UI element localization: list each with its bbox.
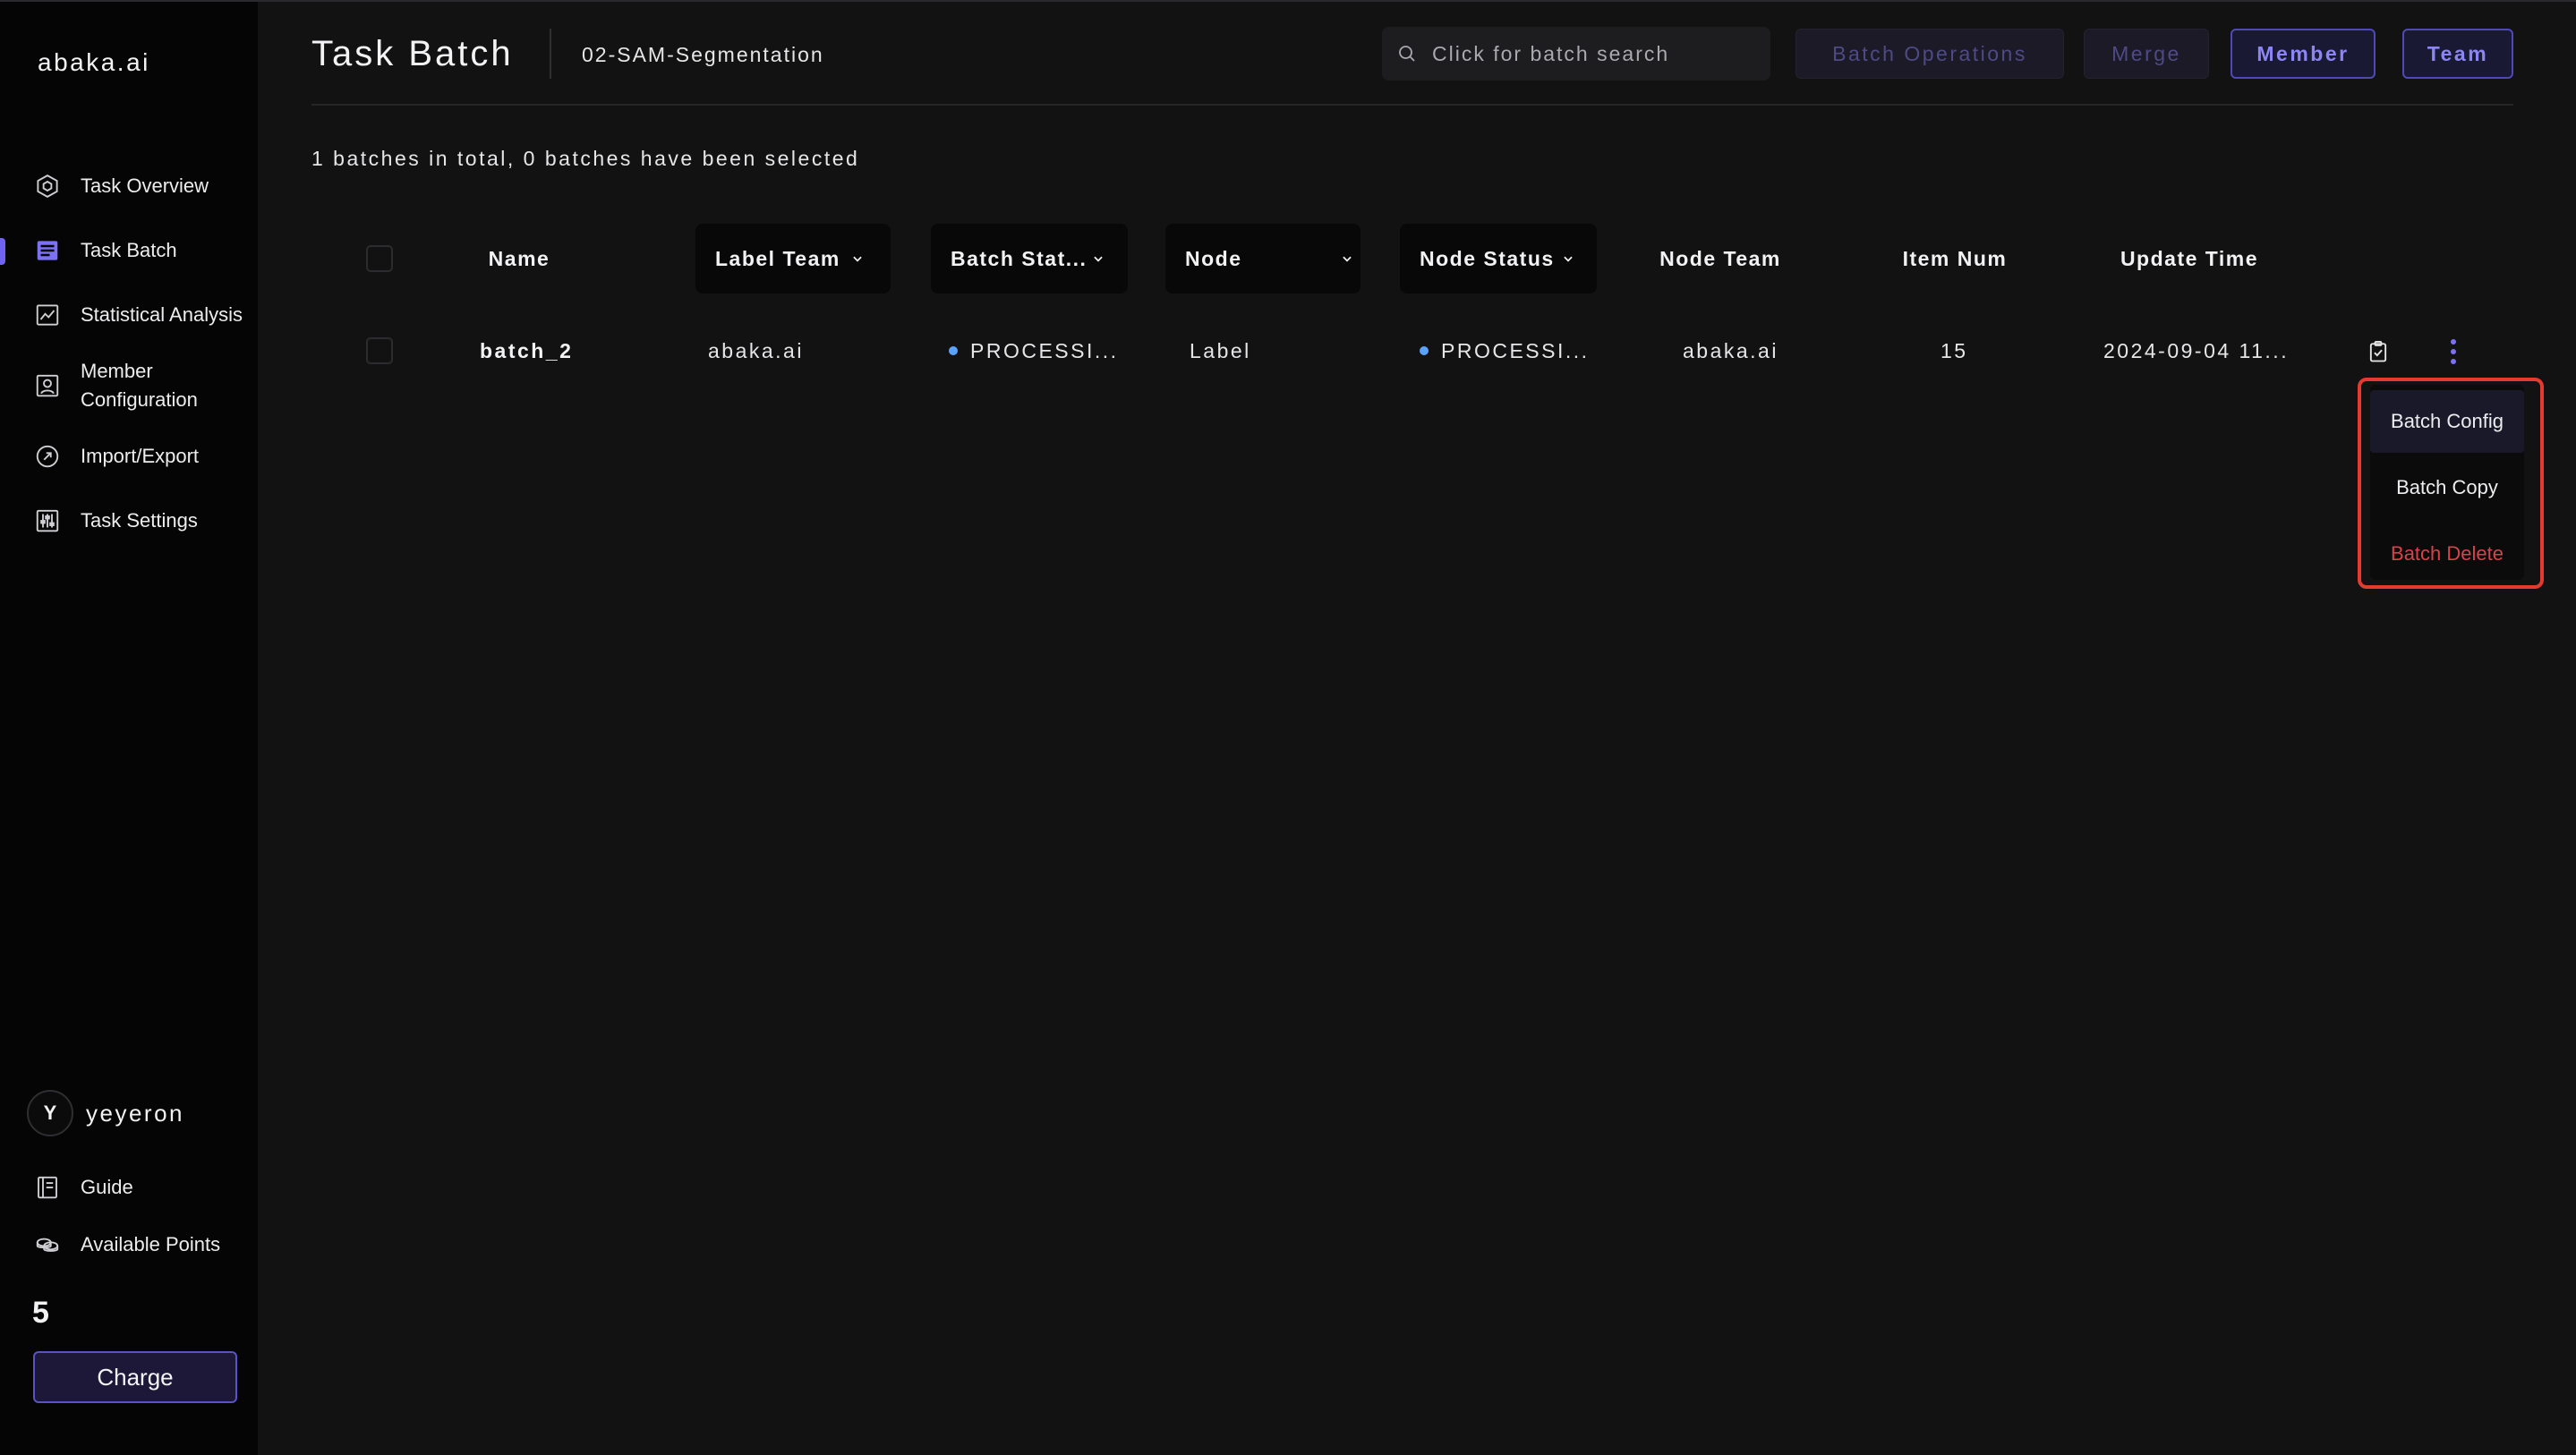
- label-line-1: Member: [81, 360, 153, 382]
- column-header-label: Label Team: [715, 246, 840, 270]
- highlight-frame: [2358, 378, 2544, 589]
- cell-node-team: abaka.ai: [1683, 338, 1778, 362]
- chevron-down-icon: [1094, 256, 1104, 262]
- clipboard-icon[interactable]: [2363, 336, 2393, 367]
- chevron-down-icon: [853, 256, 862, 262]
- chevron-down-icon: [1342, 256, 1352, 262]
- cell-update-time: 2024-09-04 11...: [2103, 338, 2290, 362]
- status-text: PROCESSI...: [970, 338, 1119, 362]
- selection-summary: 1 batches in total, 0 batches have been …: [311, 147, 860, 170]
- sidebar-item-import-export[interactable]: Import/Export: [0, 424, 258, 489]
- sidebar-item-task-overview[interactable]: Task Overview: [0, 154, 258, 218]
- brand-logo[interactable]: abaka.ai: [38, 48, 150, 77]
- sidebar-item-label: Task Overview: [81, 174, 209, 197]
- cell-node: Label: [1190, 338, 1251, 362]
- status-text: PROCESSI...: [1441, 338, 1590, 362]
- sidebar-item-label: Member Configuration: [81, 357, 198, 414]
- main-content: Task Batch 02-SAM-Segmentation Batch Ope…: [258, 0, 2576, 1455]
- coins-icon: [32, 1230, 63, 1260]
- chevron-down-icon: [1563, 256, 1573, 262]
- guide-link[interactable]: Guide: [32, 1172, 133, 1203]
- column-header-update-time: Update Time: [2091, 224, 2288, 294]
- import-export-icon: [32, 441, 63, 472]
- column-header-label: Node: [1185, 246, 1242, 270]
- header-divider: [311, 104, 2513, 106]
- user-profile[interactable]: Y yeyeron: [27, 1090, 184, 1136]
- search-icon: [1399, 46, 1415, 62]
- row-checkbox[interactable]: [366, 337, 393, 364]
- batch-operations-button[interactable]: Batch Operations: [1796, 29, 2064, 79]
- batch-list-icon: [32, 235, 63, 266]
- column-header-name[interactable]: Name: [446, 224, 593, 294]
- charge-button[interactable]: Charge: [33, 1351, 237, 1403]
- column-header-label: Name: [488, 246, 550, 270]
- column-header-label: Item Num: [1902, 246, 2008, 270]
- column-header-label: Batch Stat...: [951, 246, 1088, 270]
- cube-icon: [32, 171, 63, 201]
- label-line-2: Configuration: [81, 388, 198, 411]
- select-all-checkbox[interactable]: [366, 245, 393, 272]
- page-title: Task Batch: [311, 34, 514, 73]
- column-header-label: Node Status: [1420, 246, 1555, 270]
- column-header-label: Node Team: [1659, 246, 1781, 270]
- available-points-label: Available Points: [81, 1233, 221, 1255]
- cell-label-team: abaka.ai: [708, 338, 804, 362]
- column-header-node-status[interactable]: Node Status: [1400, 224, 1597, 294]
- sidebar-item-task-batch[interactable]: Task Batch: [0, 218, 258, 283]
- sidebar-item-label: Import/Export: [81, 445, 200, 467]
- status-dot: [949, 346, 958, 355]
- sidebar-item-statistical-analysis[interactable]: Statistical Analysis: [0, 283, 258, 347]
- cell-name[interactable]: batch_2: [480, 333, 573, 369]
- avatar: Y: [27, 1090, 73, 1136]
- chart-icon: [32, 300, 63, 330]
- column-header-label-team[interactable]: Label Team: [695, 224, 891, 294]
- column-header-node-team: Node Team: [1631, 224, 1810, 294]
- search-input[interactable]: [1430, 40, 1753, 67]
- username: yeyeron: [86, 1099, 184, 1127]
- sidebar-item-label: Task Settings: [81, 509, 198, 532]
- batch-search[interactable]: [1382, 27, 1770, 81]
- sidebar-nav: Task Overview Task Batch Statistical Ana…: [0, 154, 258, 553]
- sidebar-item-member-configuration[interactable]: Member Configuration: [0, 347, 258, 424]
- available-points: Available Points: [32, 1230, 220, 1260]
- sidebar-item-task-settings[interactable]: Task Settings: [0, 489, 258, 553]
- task-name: 02-SAM-Segmentation: [582, 43, 824, 66]
- column-header-label: Update Time: [2120, 246, 2259, 270]
- sidebar: abaka.ai Task Overview Task Batch Statis…: [0, 0, 258, 1455]
- sidebar-item-label: Statistical Analysis: [81, 303, 243, 326]
- cell-batch-status: PROCESSI...: [949, 333, 1119, 369]
- points-value: 5: [32, 1296, 49, 1330]
- guide-book-icon: [32, 1172, 63, 1203]
- team-button[interactable]: Team: [2402, 29, 2513, 79]
- cell-node-status: PROCESSI...: [1420, 333, 1590, 369]
- column-header-node[interactable]: Node: [1165, 224, 1361, 294]
- settings-sliders-icon: [32, 506, 63, 536]
- member-icon: [32, 370, 63, 401]
- guide-label: Guide: [81, 1176, 133, 1198]
- more-options-icon[interactable]: [2442, 335, 2465, 369]
- column-header-item-num: Item Num: [1865, 224, 2044, 294]
- member-button[interactable]: Member: [2231, 29, 2376, 79]
- merge-button[interactable]: Merge: [2084, 29, 2209, 79]
- cell-item-num: 15: [1941, 338, 1968, 362]
- sidebar-item-label: Task Batch: [81, 239, 177, 261]
- title-divider: [550, 29, 551, 79]
- status-dot: [1420, 346, 1429, 355]
- column-header-batch-status[interactable]: Batch Stat...: [931, 224, 1128, 294]
